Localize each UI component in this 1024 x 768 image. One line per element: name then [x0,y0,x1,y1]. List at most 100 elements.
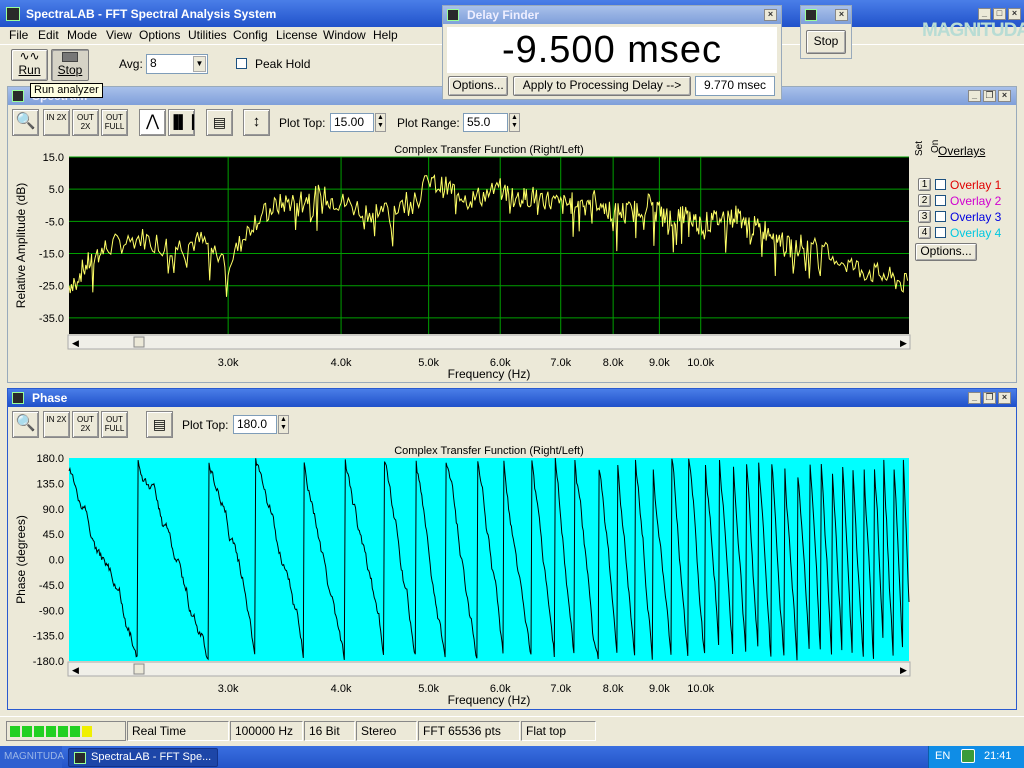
zoom-out-2x-button[interactable]: OUT 2X [72,109,99,136]
horizontal-scrollbar[interactable] [67,334,911,350]
phase-restore-icon[interactable]: ❐ [983,392,996,404]
phase-plot-top-input[interactable]: 180.0 [233,415,277,434]
scroll-left-arrow-icon[interactable]: ◀ [72,338,79,348]
horizontal-scrollbar[interactable] [67,661,911,677]
delay-finder-close-icon[interactable]: × [764,9,777,21]
spectrum-minimize-icon[interactable]: _ [968,90,981,102]
y-tick-label: 135.0 [36,478,64,490]
y-axis-label: Phase (degrees) [14,515,28,604]
phase-zoom-in-2x-button[interactable]: IN 2X [43,411,70,438]
phase-table-view-icon[interactable]: ▤ [146,411,173,438]
menu-config[interactable]: Config [233,28,268,42]
x-tick-label: 4.0k [331,357,352,369]
zoom-in-2x-button[interactable]: IN 2X [43,109,70,136]
y-tick-label: -90.0 [39,605,64,617]
delay-readout: -9.500 msec [447,27,777,73]
scroll-left-arrow-icon[interactable]: ◀ [72,665,79,675]
stop-mini-title-bar[interactable]: × [801,6,851,24]
line-plot-icon[interactable]: ⋀ [139,109,166,136]
table-view-icon[interactable]: ▤ [206,109,233,136]
stop-square-icon [62,52,78,62]
taskbar: MAGNITUDA SpectraLAB - FFT Spe... EN 21:… [0,746,1024,768]
vertical-scale-icon[interactable]: ↕ [243,109,270,136]
chart-title: Complex Transfer Function (Right/Left) [394,445,584,457]
level-meter-segment [22,726,32,737]
start-button[interactable]: MAGNITUDA [0,746,64,768]
stop-button[interactable]: Stop [51,49,89,81]
scroll-right-arrow-icon[interactable]: ▶ [900,665,907,675]
stop-mini-close-icon[interactable]: × [835,9,848,21]
scrollbar-thumb[interactable] [133,336,145,348]
status-rate: 100000 Hz [230,721,303,741]
menu-edit[interactable]: Edit [38,28,59,42]
x-tick-label: 9.0k [649,357,670,369]
scroll-right-arrow-icon[interactable]: ▶ [900,338,907,348]
x-axis-label: Frequency (Hz) [448,693,531,707]
y-tick-label: 180.0 [36,453,64,465]
phase-zoom-magnifier-icon[interactable]: 🔍 [12,411,39,438]
menu-utilities[interactable]: Utilities [188,28,227,42]
phase-zoom-out-full-button[interactable]: OUT FULL [101,411,128,438]
delay-finder-title-bar[interactable]: Delay Finder × [443,6,781,24]
level-meter-segment [82,726,92,737]
bar-plot-icon[interactable]: ▐▌▐ [168,109,195,136]
minimize-icon[interactable]: _ [978,8,991,20]
spectrum-restore-icon[interactable]: ❐ [983,90,996,102]
menu-options[interactable]: Options [139,28,180,42]
run-button[interactable]: ∿∿ Run [11,49,48,81]
language-indicator[interactable]: EN [935,750,950,762]
zoom-magnifier-icon[interactable]: 🔍 [12,109,39,136]
level-meter-segment [46,726,56,737]
menu-help[interactable]: Help [373,28,398,42]
y-tick-label: -35.0 [39,313,64,325]
zoom-out-full-button[interactable]: OUT FULL [101,109,128,136]
phase-plot-top-label: Plot Top: [182,418,229,432]
phase-zoom-out-2x-button[interactable]: OUT 2X [72,411,99,438]
apply-processing-delay-button[interactable]: Apply to Processing Delay --> [513,76,691,96]
processing-delay-field[interactable]: 9.770 msec [695,76,775,96]
menu-view[interactable]: View [106,28,132,42]
x-tick-label: 9.0k [649,683,670,695]
phase-title-bar[interactable]: Phase _ ❐ × [8,389,1016,407]
stop-mini-window: × Stop [800,5,852,59]
plot-top-input[interactable]: 15.00 [330,113,374,132]
phase-close-icon[interactable]: × [998,392,1011,404]
watermark-logo: MAGNITUDA [922,20,1024,41]
close-icon[interactable]: × [1008,8,1021,20]
menu-license[interactable]: License [276,28,317,42]
plot-range-spinner[interactable]: ▲ ▼ [509,113,520,132]
sine-wave-icon: ∿∿ [19,49,40,63]
phase-chart: Complex Transfer Function (Right/Left) 18… [14,445,911,707]
avg-label: Avg: [119,57,143,71]
status-window: Flat top [521,721,596,741]
phase-minimize-icon[interactable]: _ [968,392,981,404]
x-tick-label: 3.0k [218,357,239,369]
taskbar-app-icon [74,752,86,764]
menu-window[interactable]: Window [323,28,366,42]
peak-hold-checkbox[interactable] [236,58,247,69]
menu-mode[interactable]: Mode [67,28,97,42]
x-tick-label: 8.0k [603,683,624,695]
phase-plot-top-spinner[interactable]: ▲ ▼ [278,415,289,434]
x-tick-label: 5.0k [418,683,439,695]
chart-title: Complex Transfer Function (Right/Left) [394,144,584,156]
plot-top-spinner[interactable]: ▲ ▼ [375,113,386,132]
stop-mini-button[interactable]: Stop [806,30,846,54]
y-tick-label: 5.0 [49,184,64,196]
delay-options-button[interactable]: Options... [448,76,508,96]
level-meter-segment [10,726,20,737]
spectrum-close-icon[interactable]: × [998,90,1011,102]
status-fft: FFT 65536 pts [418,721,520,741]
tray-app-icon[interactable] [961,749,975,763]
maximize-icon[interactable]: □ [993,8,1006,20]
x-tick-label: 3.0k [218,683,239,695]
avg-select[interactable]: 8 ▼ [146,54,208,74]
x-tick-label: 10.0k [687,357,714,369]
scrollbar-thumb[interactable] [133,663,145,675]
menu-file[interactable]: File [9,28,28,42]
taskbar-app-button[interactable]: SpectraLAB - FFT Spe... [68,748,218,767]
plot-range-input[interactable]: 55.0 [463,113,508,132]
run-analyzer-tooltip: Run analyzer [30,83,103,98]
x-tick-label: 7.0k [550,357,571,369]
y-tick-label: -45.0 [39,580,64,592]
